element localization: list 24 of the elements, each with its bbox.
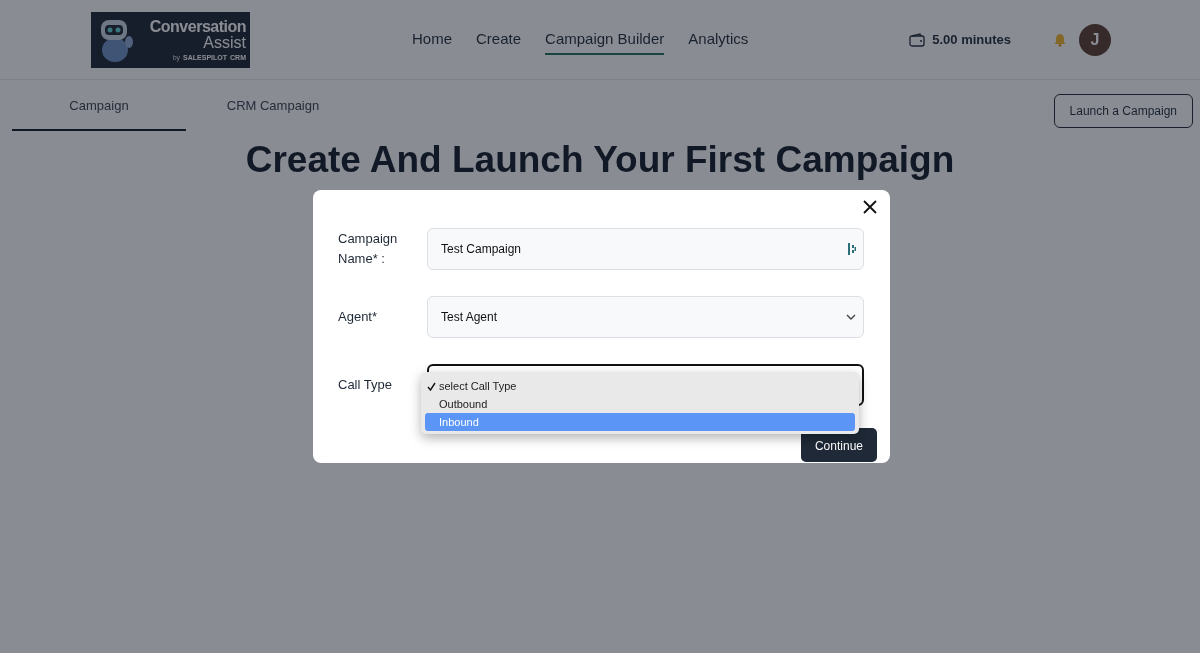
nav-link[interactable]: Analytics [688,24,749,55]
wallet-icon [909,32,926,47]
minutes-balance: 5.00 minutes [932,32,1011,47]
nav-link[interactable]: Home [412,24,452,55]
field-label: Agent* [338,308,379,326]
password-manager-icon[interactable] [848,243,856,255]
logo-subtitle: Assist [203,34,246,51]
chevron-down-icon [846,314,856,320]
dropdown-option[interactable]: select Call Type [425,377,855,395]
select-field[interactable]: Test Agent [427,296,864,338]
user-avatar[interactable]: J [1079,23,1111,56]
text-field[interactable]: Test Campaign [427,228,864,270]
tab[interactable]: Campaign [12,94,186,131]
field-label: Call Type [338,376,393,394]
close-icon[interactable] [863,200,877,214]
tab[interactable]: CRM Campaign [186,94,360,131]
nav-link[interactable]: Campaign Builder [545,24,665,55]
launch-campaign-button[interactable]: Launch a Campaign [1053,94,1193,128]
dropdown-option[interactable]: Inbound [425,413,855,431]
field-label: Campaign Name* : [338,230,399,268]
nav-link[interactable]: Create [476,24,522,55]
page-heading: Create And Launch Your First Campaign [244,139,956,181]
logo-title: Conversation [149,18,246,35]
dropdown-option[interactable]: Outbound [425,395,855,413]
